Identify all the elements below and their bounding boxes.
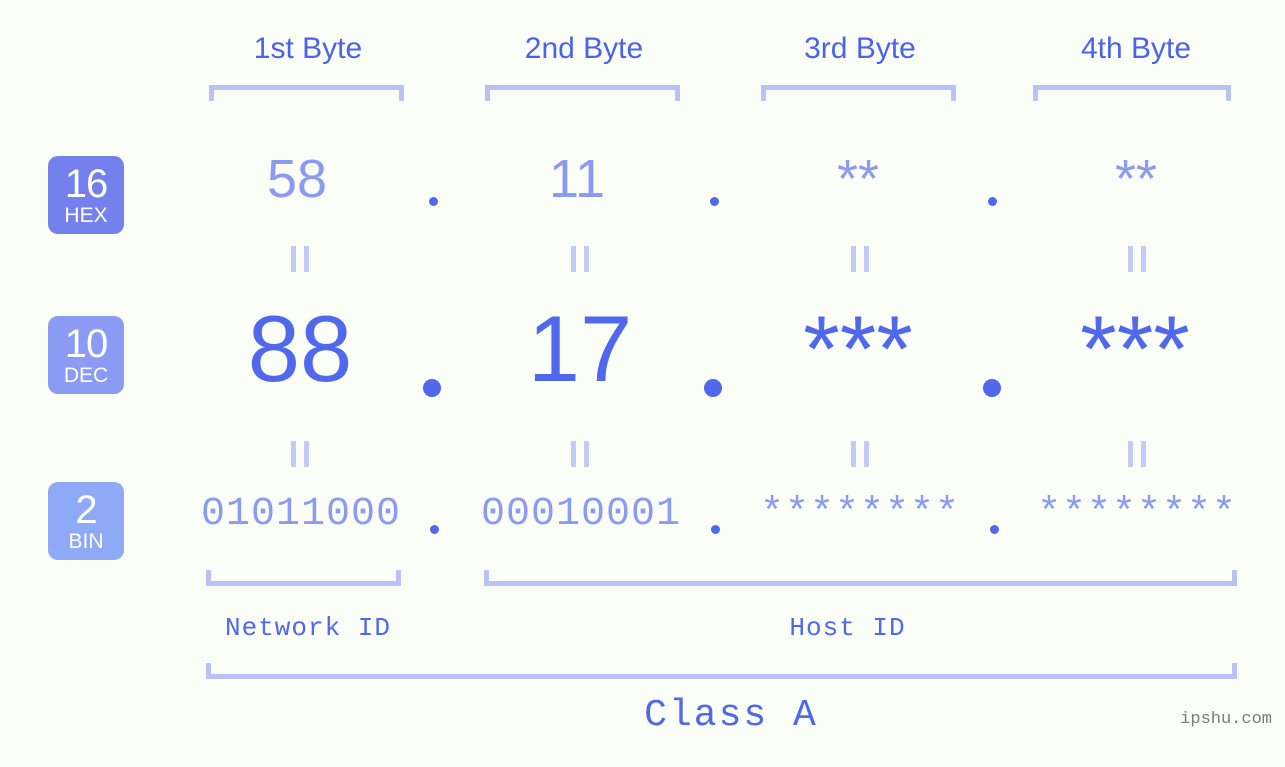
host-id-label: Host ID	[789, 613, 906, 643]
byte-bracket-top-4	[1033, 85, 1231, 101]
dec-separator-dot-3	[983, 379, 1001, 397]
base-badge-dec: 10 DEC	[48, 316, 124, 394]
equivalence-mark-dec-bin-2	[571, 441, 589, 467]
byte-bracket-top-3	[761, 85, 956, 101]
hex-byte-4-value: **	[1114, 149, 1158, 209]
equivalence-mark-hex-dec-2	[571, 246, 589, 272]
host-id-bracket	[484, 570, 1237, 586]
byte-header-1: 1st Byte	[253, 32, 363, 65]
byte-bracket-top-1	[209, 85, 404, 101]
bin-separator-dot-2	[711, 525, 720, 534]
base-badge-dec-name: DEC	[63, 364, 109, 387]
network-id-label: Network ID	[224, 613, 392, 643]
base-badge-bin-number: 2	[75, 488, 97, 532]
bin-byte-4-value: ********	[1036, 492, 1238, 537]
network-id-bracket	[206, 570, 401, 586]
class-bracket	[206, 663, 1237, 679]
equivalence-mark-dec-bin-3	[851, 441, 869, 467]
dec-byte-3-value: ***	[803, 296, 913, 401]
bin-byte-2-value: 00010001	[480, 492, 682, 537]
class-label: Class A	[644, 694, 818, 737]
byte-header-4: 4th Byte	[1080, 32, 1192, 65]
dec-separator-dot-2	[704, 379, 722, 397]
bin-byte-1-value: 01011000	[200, 492, 402, 537]
hex-separator-dot-1	[429, 197, 438, 206]
equivalence-mark-dec-bin-4	[1128, 441, 1146, 467]
base-badge-bin: 2 BIN	[48, 482, 124, 560]
base-badge-dec-number: 10	[64, 322, 108, 366]
byte-bracket-top-2	[485, 85, 680, 101]
dec-byte-2-value: 17	[527, 296, 633, 401]
equivalence-mark-hex-dec-3	[851, 246, 869, 272]
dec-byte-4-value: ***	[1080, 296, 1190, 401]
hex-byte-1-value: 58	[266, 149, 328, 209]
hex-byte-3-value: **	[836, 149, 880, 209]
watermark: ipshu.com	[1180, 710, 1272, 729]
byte-header-3: 3rd Byte	[804, 32, 916, 65]
bin-byte-3-value: ********	[759, 492, 961, 537]
hex-byte-2-value: 11	[548, 149, 606, 209]
base-badge-hex: 16 HEX	[48, 156, 124, 234]
byte-header-2: 2nd Byte	[524, 32, 644, 65]
bin-separator-dot-3	[990, 525, 999, 534]
base-badge-hex-name: HEX	[64, 204, 108, 227]
bin-separator-dot-1	[430, 525, 439, 534]
dec-byte-1-value: 88	[247, 296, 353, 401]
dec-separator-dot-1	[423, 379, 441, 397]
hex-separator-dot-3	[988, 197, 997, 206]
base-badge-bin-name: BIN	[68, 530, 104, 553]
equivalence-mark-hex-dec-1	[291, 246, 309, 272]
hex-separator-dot-2	[710, 197, 719, 206]
equivalence-mark-hex-dec-4	[1128, 246, 1146, 272]
equivalence-mark-dec-bin-1	[291, 441, 309, 467]
ip-address-breakdown-diagram: 1st Byte 2nd Byte 3rd Byte 4th Byte 16 H…	[0, 0, 1285, 767]
base-badge-hex-number: 16	[64, 162, 108, 206]
